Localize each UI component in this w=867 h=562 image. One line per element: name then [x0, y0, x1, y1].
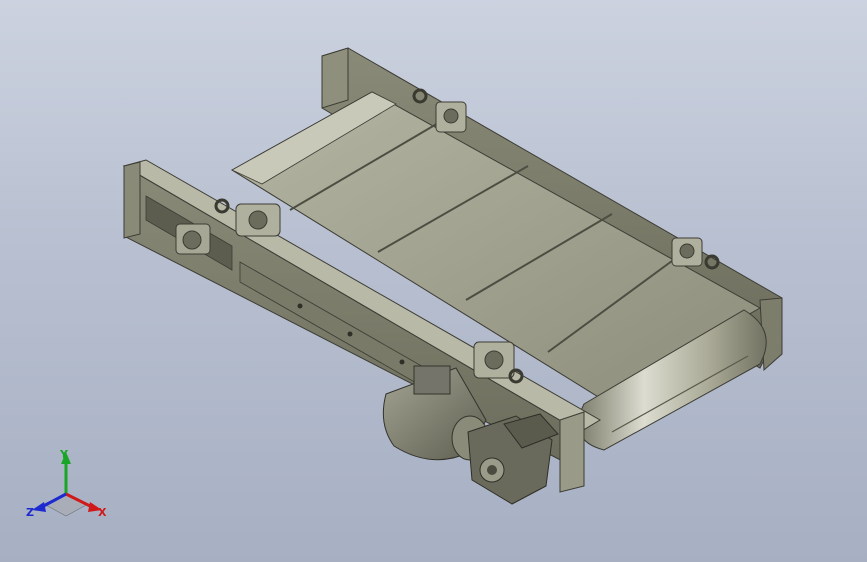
- gearbox: [467, 413, 559, 505]
- bearing-block: [671, 237, 703, 267]
- triad-z-label: Z: [26, 506, 34, 519]
- axis-triad-icon: Y X Z: [26, 448, 107, 519]
- triad-y-label: Y: [59, 448, 69, 461]
- right-end-plate: [559, 411, 585, 493]
- bearing-block: [235, 203, 281, 237]
- bearing-block: [473, 341, 515, 379]
- bearing-block: [175, 223, 211, 255]
- left-end-plate: [123, 161, 141, 239]
- triad-x-label: X: [98, 506, 107, 519]
- conveyor-model[interactable]: [0, 0, 867, 562]
- graphics-viewport[interactable]: Y X Z: [0, 0, 867, 562]
- bearing-block: [435, 101, 467, 133]
